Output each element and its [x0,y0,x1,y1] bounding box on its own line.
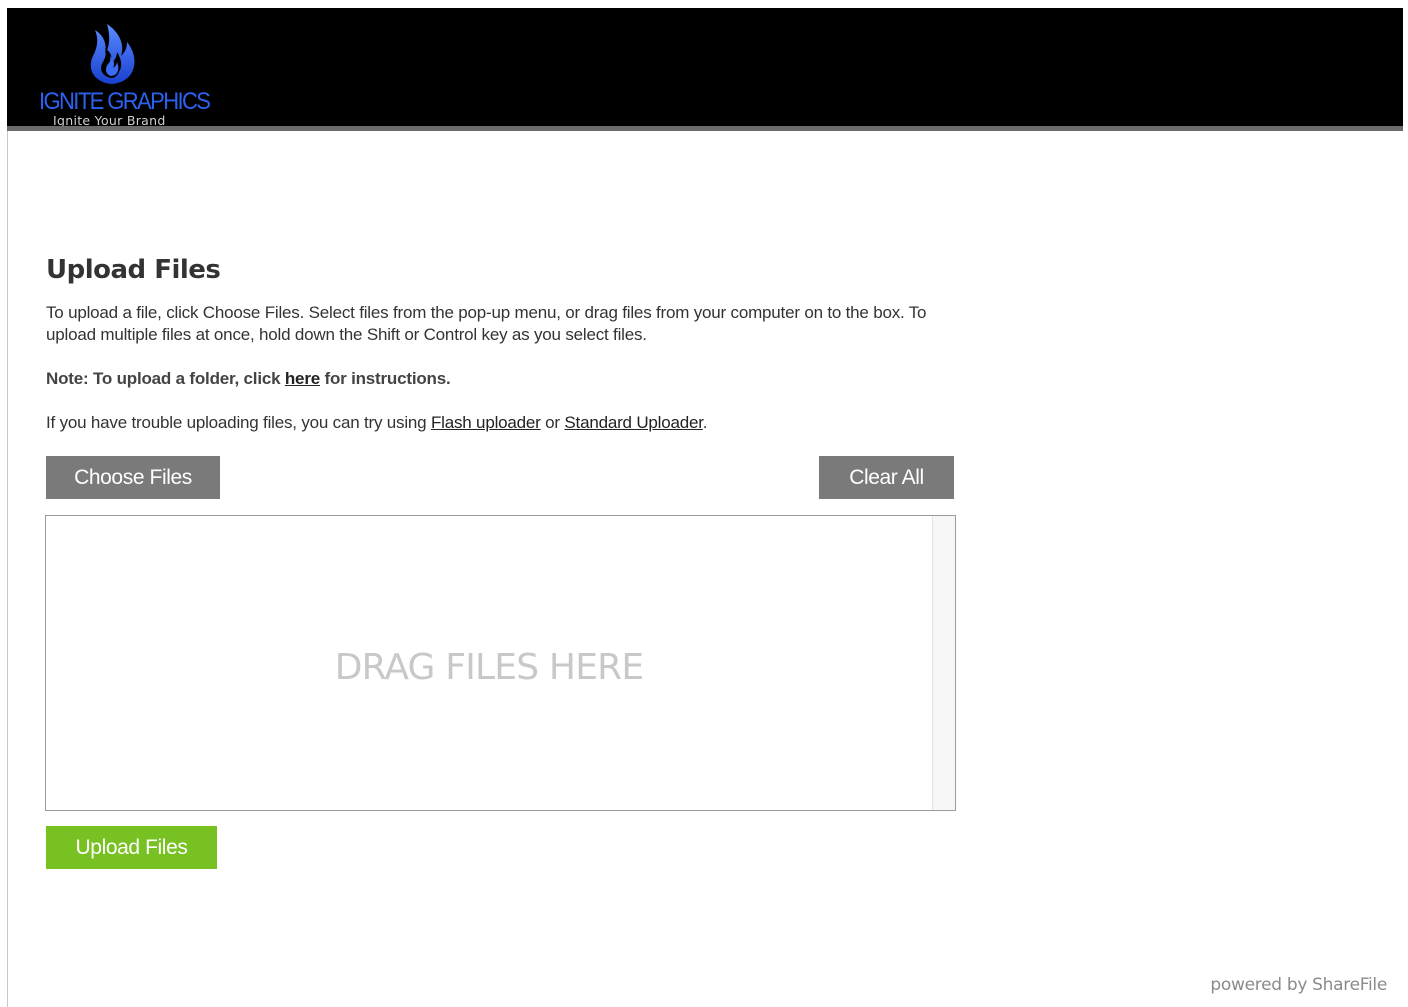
trouble-prefix: If you have trouble uploading files, you… [46,413,431,432]
clear-all-button[interactable]: Clear All [819,456,954,499]
powered-by-label: powered by ShareFile [1210,975,1387,995]
drop-zone-scrollbar[interactable] [932,516,955,810]
flash-uploader-link[interactable]: Flash uploader [431,413,541,432]
header-bar: IGNITE GRAPHICS Ignite Your Brand [7,8,1403,128]
trouble-middle: or [540,413,565,432]
upload-files-button[interactable]: Upload Files [46,826,217,869]
standard-uploader-link[interactable]: Standard Uploader [564,413,703,432]
file-drop-zone[interactable]: DRAG FILES HERE [45,515,956,811]
folder-note-suffix: for instructions. [319,369,451,388]
flame-icon [90,24,135,84]
upload-instructions: To upload a file, click Choose Files. Se… [46,303,927,344]
choose-files-button[interactable]: Choose Files [46,456,220,499]
drop-zone-label: DRAG FILES HERE [334,646,644,688]
trouble-suffix: . [702,413,708,432]
folder-note: Note: To upload a folder, click here for… [46,368,451,390]
folder-instructions-link[interactable]: here [285,369,320,388]
trouble-text: If you have trouble uploading files, you… [46,412,707,434]
upload-page: IGNITE GRAPHICS Ignite Your Brand Upload… [0,0,1408,1007]
brand-logo[interactable]: IGNITE GRAPHICS Ignite Your Brand [39,18,211,130]
brand-name: IGNITE GRAPHICS [39,87,211,115]
folder-note-prefix: Note: To upload a folder, click [46,369,285,388]
header-divider [7,126,1403,131]
upload-content: Upload Files To upload a file, click Cho… [46,250,956,432]
page-title: Upload Files [46,255,221,285]
